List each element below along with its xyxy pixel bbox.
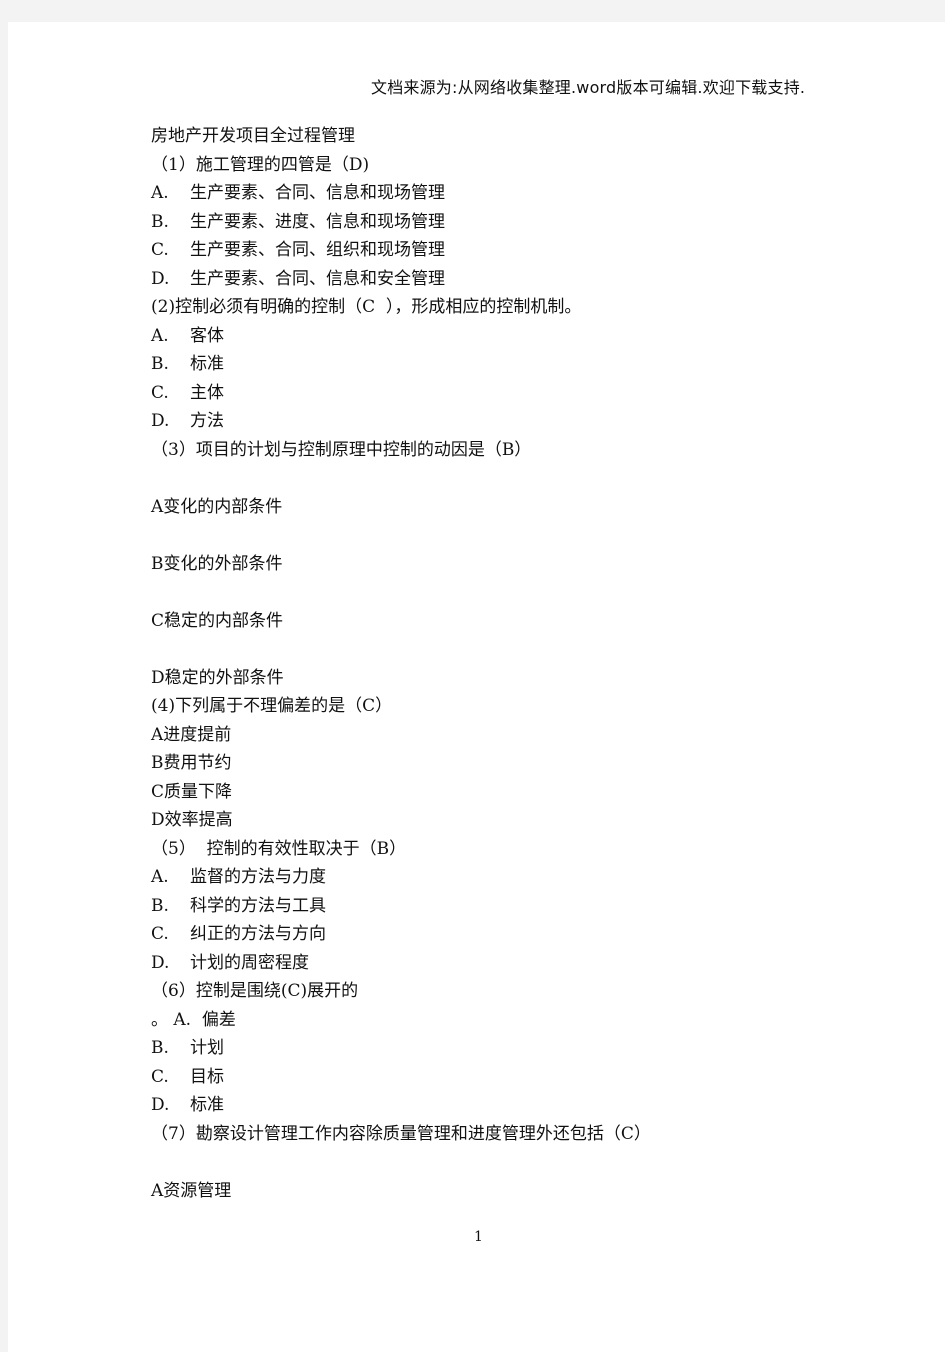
question-text: （6）控制是围绕(C)展开的 [151,981,359,1001]
answer-option: D效率提高 [151,810,233,830]
answer-option: A. 监督的方法与力度 [151,863,851,892]
option-text: 标准 [190,1095,224,1115]
answer-option: B. 标准 [151,350,851,379]
option-text: 监督的方法与力度 [190,867,326,887]
answer-option: D稳定的外部条件 [151,667,284,688]
option-label: B. [151,354,169,374]
option-text: 标准 [190,354,224,374]
option-text: 科学的方法与工具 [190,895,326,916]
option-text: 生产要素、合同、组织和现场管理 [190,240,445,260]
option-label: C. [151,382,169,403]
question-text: (2)控制必须有明确的控制（C ），形成相应的控制机制。 [151,297,582,317]
option-text: 目标 [190,1066,224,1087]
option-label: D. [151,268,170,289]
answer-option: B. 计划 [151,1034,851,1063]
option-text: 计划 [190,1038,224,1058]
option-label: C. [151,240,169,260]
option-label: A. [151,867,169,887]
option-label: B. [151,895,169,916]
question-text: （7）勘察设计管理工作内容除质量管理和进度管理外还包括（C） [151,1123,651,1144]
answer-option: C质量下降 [151,781,233,802]
answer-option: A资源管理 [151,1180,232,1201]
page-number: 1 [474,1229,483,1245]
answer-option: A进度提前 [151,724,232,745]
question-list: （1）施工管理的四管是（D) A. 生产要素、合同、信息和现场管理 B. 生产要素、进度… [151,151,851,1206]
option-label: D. [151,952,170,973]
option-label: C. [151,1066,169,1087]
answer-option: C稳定的内部条件 [151,610,284,631]
option-label: A. [151,183,169,203]
page-header: 文档来源为:从网络收集整理.word版本可编辑.欢迎下载支持. [371,78,806,97]
option-label: D. [151,411,170,431]
answer-option: B变化的外部条件 [151,553,283,574]
answer-option: D. 标准 [151,1091,851,1120]
question-text: （5） 控制的有效性取决于（B） [151,838,407,859]
option-label: A. [151,325,169,346]
document-body: 房地产开发项目全过程管理 （1）施工管理的四管是（D) A. 生产要素、合同、信息和… [151,122,851,1205]
option-text: 生产要素、合同、信息和安全管理 [190,268,445,289]
answer-option: B. 生产要素、进度、信息和现场管理 [151,208,851,237]
question-text: (4)下列属于不理偏差的是（C） [151,696,393,716]
answer-option: C. 主体 [151,379,851,408]
answer-option: A. 生产要素、合同、信息和现场管理 [151,179,851,208]
option-label: B. [151,1038,169,1058]
option-text: 客体 [190,325,224,346]
answer-option: A. 客体 [151,322,851,351]
option-label: B. [151,211,169,232]
option-text: 主体 [190,382,224,403]
answer-option: C. 目标 [151,1063,851,1092]
answer-option: B费用节约 [151,753,232,773]
document-title: 房地产开发项目全过程管理 [151,126,355,146]
answer-option: C. 纠正的方法与方向 [151,920,851,949]
answer-option: B. 科学的方法与工具 [151,892,851,921]
answer-option: D. 生产要素、合同、信息和安全管理 [151,265,851,294]
option-text: 纠正的方法与方向 [190,924,326,944]
answer-option: A变化的内部条件 [151,496,283,517]
answer-option: C. 生产要素、合同、组织和现场管理 [151,236,851,265]
answer-option: 。 A. 偏差 [151,1009,236,1030]
option-text: 计划的周密程度 [190,952,309,973]
option-text: 生产要素、进度、信息和现场管理 [190,211,445,232]
option-label: D. [151,1095,170,1115]
question-text: （3）项目的计划与控制原理中控制的动因是（B） [151,439,532,460]
option-text: 生产要素、合同、信息和现场管理 [190,183,445,203]
answer-option: D. 计划的周密程度 [151,949,851,978]
answer-option: D. 方法 [151,407,851,436]
option-text: 方法 [190,411,224,431]
question-text: （1）施工管理的四管是（D) [151,154,370,175]
option-label: C. [151,924,169,944]
